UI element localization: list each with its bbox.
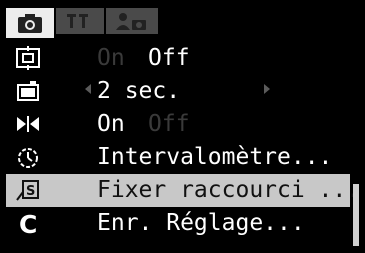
menu-item-review[interactable]: 2 sec. [6,75,350,108]
c-icon: C [19,211,37,235]
af-frame-value-on: On [97,45,125,71]
svg-text:C: C [19,211,37,235]
left-arrow-icon[interactable] [85,84,91,94]
scrollbar[interactable] [353,184,359,246]
right-arrow-icon[interactable] [264,84,270,94]
wrench-icon [67,14,88,28]
shortcut-label: Fixer raccourci ... [97,177,361,203]
tab-shooting[interactable] [6,8,54,38]
review-value: 2 sec. [97,78,181,104]
flip-icon [17,116,39,132]
save-settings-label: Enr. Réglage... [97,210,305,236]
menu-item-flip[interactable]: On Off [6,108,350,141]
af-frame-icon [16,46,40,70]
person-camera-icon [116,13,146,30]
menu-item-intervalometer[interactable]: Intervalomètre... [6,141,350,174]
tab-my-camera[interactable] [106,8,158,34]
menu-item-af-frame[interactable]: On Off [6,42,350,75]
intervalometer-label: Intervalomètre... [97,144,333,170]
shortcut-icon: S [16,180,39,201]
menu-item-save-settings[interactable]: C Enr. Réglage... [6,207,350,240]
review-icon [17,81,39,101]
tab-setup[interactable] [56,8,104,34]
timer-icon [18,148,38,168]
flip-value-off: Off [148,111,190,137]
svg-text:S: S [26,184,35,199]
menu-item-shortcut[interactable]: S Fixer raccourci ... [6,174,360,207]
af-frame-value-off: Off [148,45,190,71]
menu-tab-bar [6,4,359,38]
flip-value-on: On [97,111,125,137]
camera-menu-screen: On Off 2 sec. On Off Intervalomètre... S… [0,0,365,253]
camera-icon [18,14,42,33]
